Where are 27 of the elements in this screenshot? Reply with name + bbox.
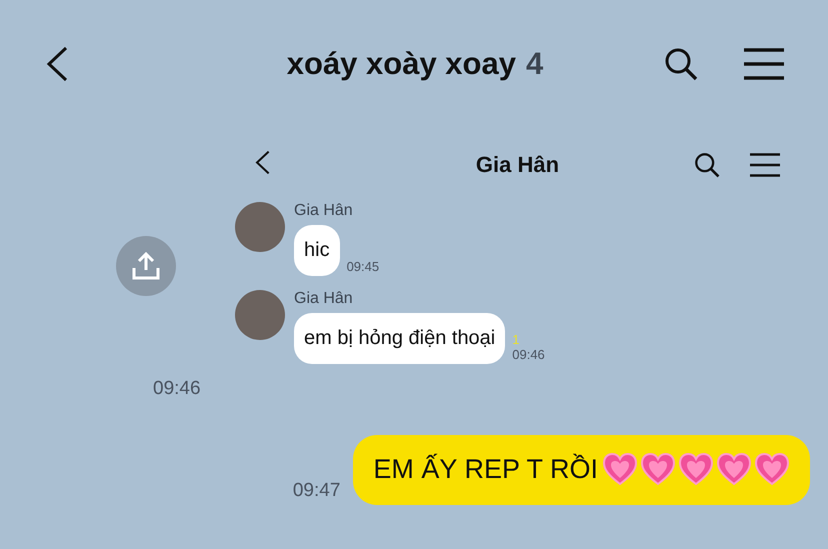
heart-icon (602, 452, 638, 486)
upload-icon (132, 252, 160, 280)
heart-icon (716, 452, 752, 486)
message-bubble: hic (294, 225, 340, 276)
member-count: 4 (526, 46, 544, 82)
search-icon[interactable] (664, 47, 698, 81)
sender-name: Gia Hân (294, 202, 354, 220)
heart-icon (640, 452, 676, 486)
avatar-placeholder (235, 290, 285, 340)
menu-icon[interactable] (744, 48, 784, 80)
message-text: EM ẤY REP T RỒI (373, 454, 598, 484)
search-icon[interactable] (694, 152, 720, 178)
chat-title: Gia Hân (476, 152, 560, 178)
avatar-placeholder (235, 202, 285, 252)
message-time: 09:46 (153, 378, 201, 400)
menu-icon[interactable] (750, 153, 780, 177)
message-time: 09:46 (512, 347, 545, 362)
chat-title: xoáy xoày xoay (286, 46, 516, 82)
heart-icon (754, 452, 790, 486)
message-bubble: em bị hỏng điện thoại (294, 313, 506, 364)
back-icon[interactable] (255, 150, 270, 175)
message-time: 09:45 (346, 259, 380, 274)
message-time: 09:47 (292, 480, 340, 502)
back-icon[interactable] (46, 46, 68, 82)
heart-icon (678, 452, 714, 486)
sender-name: Gia Hân (294, 290, 354, 308)
read-count: 1 (512, 332, 520, 347)
